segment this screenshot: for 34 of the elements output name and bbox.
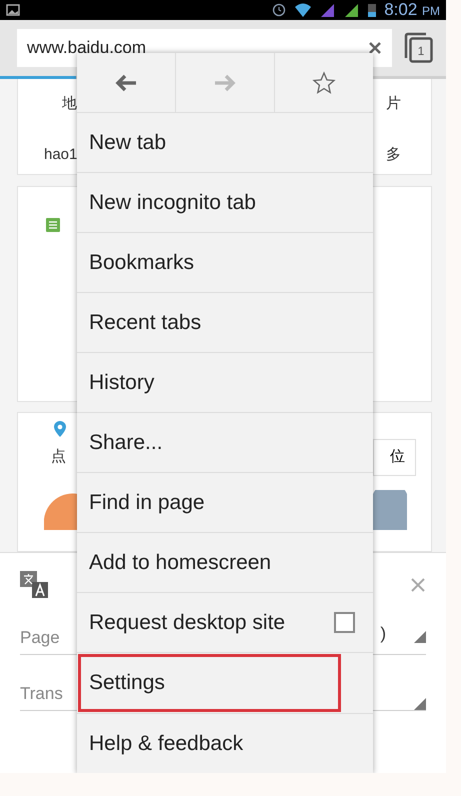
- menu-item[interactable]: Help & feedback: [77, 714, 373, 773]
- image-icon: [6, 4, 20, 16]
- back-arrow-icon: [115, 74, 137, 92]
- menu-item[interactable]: Settings: [77, 653, 342, 713]
- locate-button[interactable]: 位: [373, 439, 416, 476]
- wifi-icon: [294, 3, 312, 17]
- close-icon[interactable]: [368, 41, 382, 55]
- menu-item[interactable]: Request desktop site: [77, 593, 373, 653]
- signal-icon: [320, 3, 336, 17]
- news-icon: [46, 217, 60, 233]
- forward-arrow-icon: [214, 74, 236, 92]
- dropdown-corner-icon: [414, 631, 426, 644]
- checkbox[interactable]: [334, 612, 355, 633]
- hint-text: 点: [51, 447, 66, 467]
- status-time: 8:02 PM: [384, 0, 440, 22]
- link-text[interactable]: 多: [386, 144, 401, 166]
- link-text[interactable]: 片: [386, 93, 401, 116]
- location-pin-icon: [54, 421, 66, 437]
- star-icon: [312, 70, 336, 94]
- translate-icon: [20, 571, 50, 599]
- alarm-icon: [272, 3, 286, 17]
- menu-item[interactable]: New incognito tab: [77, 173, 373, 233]
- menu-item[interactable]: Recent tabs: [77, 293, 373, 353]
- menu-item[interactable]: History: [77, 353, 373, 413]
- battery-icon: [368, 3, 376, 17]
- signal-icon: [344, 3, 360, 17]
- dropdown-corner-icon: [414, 698, 426, 710]
- menu-item[interactable]: Add to homescreen: [77, 533, 373, 593]
- menu-item[interactable]: Share...: [77, 413, 373, 473]
- link-text[interactable]: hao1: [44, 144, 78, 166]
- menu-item[interactable]: Find in page: [77, 473, 373, 533]
- menu-item[interactable]: Bookmarks: [77, 233, 373, 293]
- link-text[interactable]: 地: [62, 93, 77, 116]
- menu-item[interactable]: New tab: [77, 113, 373, 173]
